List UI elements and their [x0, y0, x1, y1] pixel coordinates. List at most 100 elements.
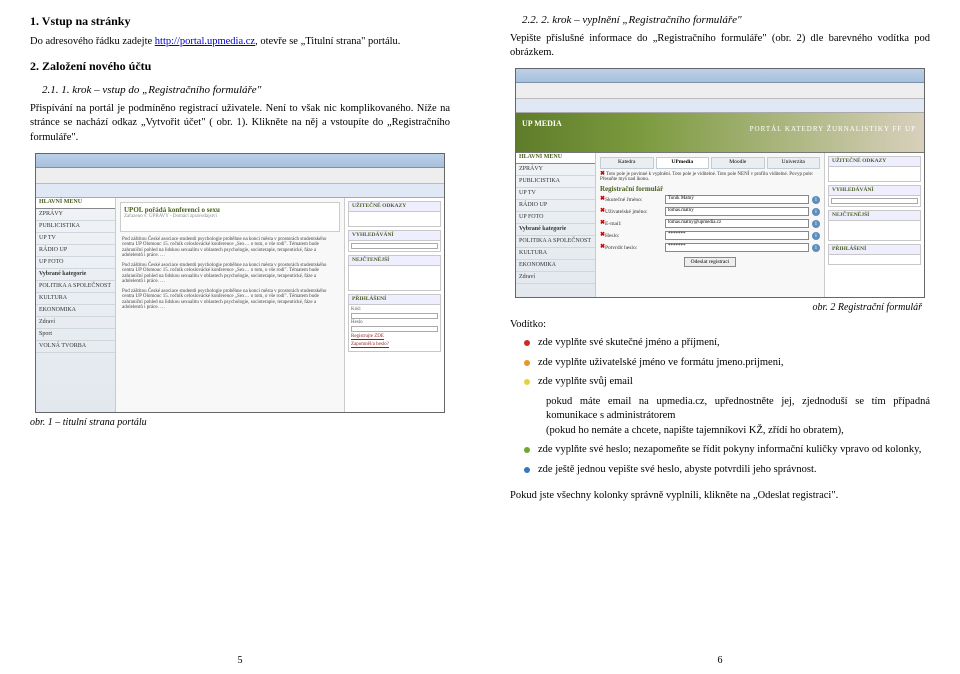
heading-new-account: 2. Založení nového účtu	[30, 59, 450, 74]
login-label: Heslo	[351, 320, 363, 325]
bullet-dot-green	[524, 447, 530, 453]
menu-item: EKONOMIKA	[36, 305, 115, 317]
guide-item: zde vyplňte své skutečné jméno a příjmen…	[524, 336, 930, 350]
article-category: Zařazeno v: ÚPRAVY - Domácí zpravodajstv…	[124, 214, 336, 219]
bullet-dot-yellow	[524, 379, 530, 385]
box-login: PŘIHLÁŠENÍ Kód: Heslo Registrujte ZDE Za…	[348, 294, 441, 352]
guide-list: zde vyplňte své skutečné jméno a příjmen…	[524, 336, 930, 477]
field-row: ✖ Potvrdit heslo: ******* i	[600, 243, 820, 252]
step2-paragraph: Vepište příslušné informace do „Registra…	[510, 32, 930, 60]
box-header: UŽITEČNÉ ODKAZY	[349, 202, 440, 212]
box-content: Kód: Heslo Registrujte ZDE Zapomněl/a he…	[349, 305, 440, 351]
box-header: UŽITEČNÉ ODKAZY	[829, 157, 920, 167]
page-number: 6	[480, 655, 960, 666]
portal-url-link[interactable]: http://portal.upmedia.cz	[155, 36, 255, 47]
figure-1-caption: obr. 1 – titulní strana portálu	[30, 417, 450, 428]
portal-header-banner: UP MEDIA PORTÁL KATEDRY ŽURNALISTIKY FF …	[516, 113, 924, 153]
page-number: 5	[0, 655, 480, 666]
sidebar-right: UŽITEČNÉ ODKAZY VYHLEDÁVÁNÍ NEJČTENĚJŠÍ …	[344, 198, 444, 412]
menu-item: KULTURA	[516, 248, 595, 260]
portal-title: PORTÁL KATEDRY ŽURNALISTIKY FF UP	[750, 125, 916, 133]
field-label: E-mail:	[605, 221, 665, 227]
menu-item: UP FOTO	[36, 257, 115, 269]
field-label: Potvrdit heslo:	[605, 245, 665, 251]
field-row: ✖ Uživatelské jméno: tomas.matny i	[600, 207, 820, 216]
field-input: *******	[665, 231, 809, 240]
forgot-link: Zapomněl/a heslo?	[351, 342, 389, 348]
legend-note: ✖ Toto pole je povinné k vyplnění. Toto …	[600, 172, 820, 182]
info-icon: i	[812, 232, 820, 240]
info-icon: i	[812, 220, 820, 228]
box-content	[349, 241, 440, 251]
box-useful-links: UŽITEČNÉ ODKAZY	[348, 201, 441, 227]
article-title-banner: UPOL pořádá konferenci o sexu Zařazeno v…	[120, 202, 340, 232]
page-right: 2.2. 2. krok – vyplnění „Registračního f…	[480, 0, 960, 674]
box-useful-links: UŽITEČNÉ ODKAZY	[828, 156, 921, 182]
browser-tabs	[36, 184, 444, 198]
field-row: ✖ E-mail: tomas.matny@upmedia.cz i	[600, 219, 820, 228]
article-title: UPOL pořádá konferenci o sexu	[124, 206, 336, 214]
bullet-dot-orange	[524, 360, 530, 366]
page-left: 1. Vstup na stránky Do adresového řádku …	[0, 0, 480, 674]
menu-item: EKONOMIKA	[516, 260, 595, 272]
box-content	[829, 255, 920, 264]
menu-subhead: Vybrané kategorie	[516, 224, 595, 236]
figure-1-screenshot: HLAVNÍ MENU ZPRÁVY PUBLICISTIKA UP TV RÁ…	[35, 153, 445, 413]
article-body-cont: Pod záštitou České asociace studentů psy…	[120, 261, 340, 287]
register-link: Registrujte ZDE	[351, 334, 384, 340]
article-body-cont: Pod záštitou České asociace studentů psy…	[120, 287, 340, 313]
guide-heading: Vodítko:	[510, 319, 930, 330]
box-header: PŘIHLÁŠENÍ	[349, 295, 440, 305]
submit-button: Odeslat registraci	[684, 257, 737, 267]
field-row: ✖ Skutečné Jméno: Toník Matný i	[600, 195, 820, 204]
menu-item: ZPRÁVY	[36, 209, 115, 221]
article-body: Pod záštitou České asociace studentů psy…	[120, 235, 340, 261]
menu-header: HLAVNÍ MENU	[516, 153, 595, 164]
sidebar-menu: HLAVNÍ MENU ZPRÁVY PUBLICISTIKA UP TV RÁ…	[36, 198, 116, 412]
guide-item: zde vyplňte uživatelské jméno ve formátu…	[524, 356, 930, 370]
box-header: VYHLEDÁVÁNÍ	[349, 231, 440, 241]
main-content-area: UPOL pořádá konferenci o sexu Zařazeno v…	[116, 198, 344, 412]
info-icon: i	[812, 196, 820, 204]
field-label: Skutečné Jméno:	[605, 197, 665, 203]
field-input: Toník Matný	[665, 195, 809, 204]
box-header: NEJČTENĚJŠÍ	[349, 256, 440, 266]
guide-text: zde vyplňte své skutečné jméno a příjmen…	[538, 336, 930, 350]
guide-text: zde vyplňte svůj email	[538, 375, 930, 389]
menu-header: HLAVNÍ MENU	[36, 198, 115, 209]
text: Do adresového řádku zadejte	[30, 36, 155, 47]
menu-item: RÁDIO UP	[36, 245, 115, 257]
menu-item: ZPRÁVY	[516, 164, 595, 176]
box-most-read: NEJČTENĚJŠÍ	[828, 210, 921, 241]
box-header: PŘIHLÁŠENÍ	[829, 245, 920, 255]
box-content	[829, 221, 920, 240]
menu-item: PUBLICISTIKA	[516, 176, 595, 188]
info-icon: i	[812, 208, 820, 216]
window-titlebar	[516, 69, 924, 83]
bullet-dot-blue	[524, 467, 530, 473]
guide-text: zde ještě jednou vepište své heslo, abys…	[538, 463, 930, 477]
step1-paragraph: Přispívání na portál je podmíněno regist…	[30, 102, 450, 145]
box-content	[349, 266, 440, 290]
box-content	[829, 196, 920, 206]
field-label: Uživatelské jméno:	[605, 209, 665, 215]
tab-active: UPmedia	[656, 157, 710, 169]
menu-item: UP TV	[36, 233, 115, 245]
tab: Moodle	[711, 157, 765, 169]
field-input: tomas.matny@upmedia.cz	[665, 219, 809, 228]
bullet-dot-red	[524, 340, 530, 346]
menu-item: VOLNÁ TVORBA	[36, 341, 115, 353]
text: pokud máte email na upmedia.cz, upřednos…	[546, 396, 930, 421]
box-header: NEJČTENĚJŠÍ	[829, 211, 920, 221]
menu-item: Zdraví	[36, 317, 115, 329]
menu-item: Sport	[36, 329, 115, 341]
window-titlebar	[36, 154, 444, 168]
field-label: Heslo:	[605, 233, 665, 239]
registration-form-area: Katedra UPmedia Moodle Univerzita ✖ Toto…	[596, 153, 824, 297]
menu-item: Zdraví	[516, 272, 595, 284]
tab-row: Katedra UPmedia Moodle Univerzita	[600, 157, 820, 169]
sidebar-right: UŽITEČNÉ ODKAZY VYHLEDÁVÁNÍ NEJČTENĚJŠÍ …	[824, 153, 924, 297]
menu-item: POLITIKA A SPOLEČNOST	[36, 281, 115, 293]
guide-text: zde vyplňte uživatelské jméno ve formátu…	[538, 356, 930, 370]
field-input: tomas.matny	[665, 207, 809, 216]
